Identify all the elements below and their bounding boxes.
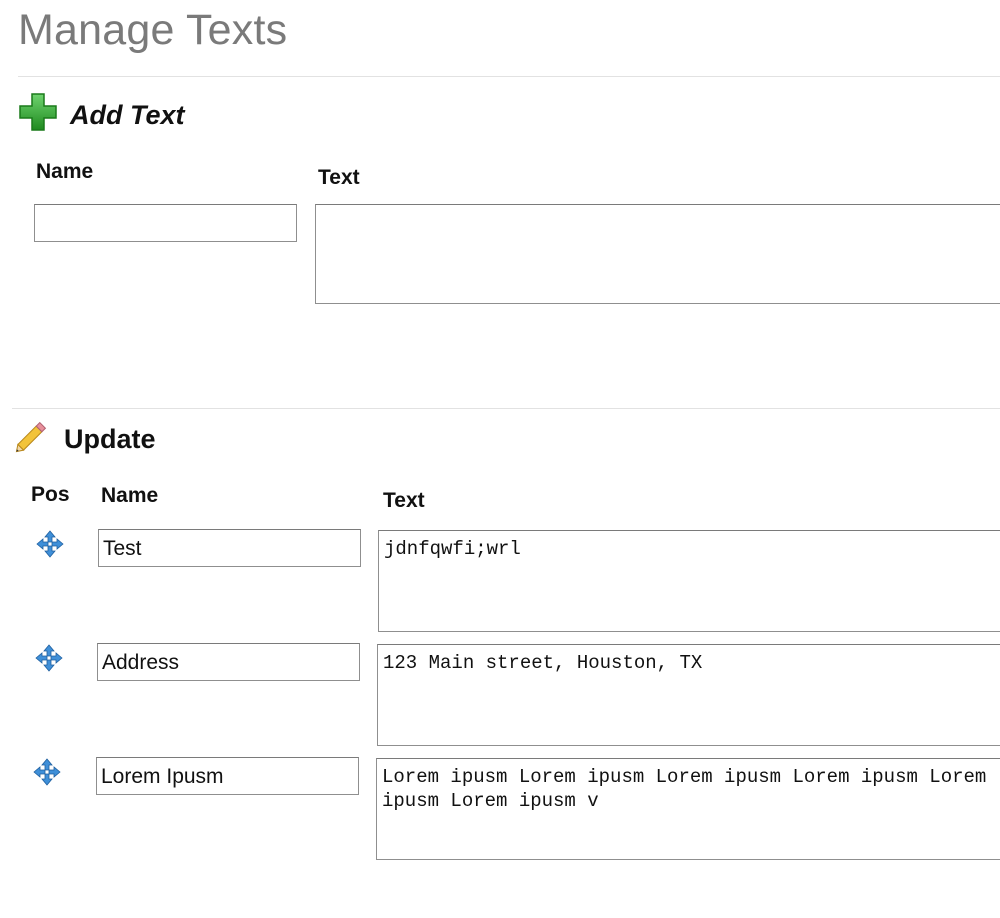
plus-icon: [18, 92, 58, 132]
add-text-input[interactable]: [315, 204, 1000, 304]
add-text-heading: Add Text: [70, 100, 185, 130]
update-name-column-label: Name: [101, 484, 159, 507]
title-divider: [18, 76, 1000, 77]
pencil-icon: [10, 414, 54, 458]
row-text-input[interactable]: Lorem ipusm Lorem ipusm Lorem ipusm Lore…: [376, 758, 1000, 860]
manage-texts-page: Manage Texts Add Text Name Text Update P…: [0, 0, 1000, 918]
page-title: Manage Texts: [18, 6, 288, 54]
pos-column-label: Pos: [31, 483, 70, 506]
add-name-input[interactable]: [34, 204, 297, 242]
add-text-label: Text: [318, 166, 360, 189]
section-divider: [12, 408, 1000, 409]
move-arrows-icon[interactable]: [33, 758, 61, 786]
move-arrows-icon[interactable]: [35, 644, 63, 672]
move-arrows-icon[interactable]: [36, 530, 64, 558]
row-text-input[interactable]: 123 Main street, Houston, TX: [377, 644, 1000, 746]
update-text-column-label: Text: [383, 489, 425, 512]
row-name-input[interactable]: [96, 757, 359, 795]
row-name-input[interactable]: [98, 529, 361, 567]
row-name-input[interactable]: [97, 643, 360, 681]
update-heading: Update: [64, 424, 156, 454]
add-name-label: Name: [36, 160, 94, 183]
row-text-input[interactable]: jdnfqwfi;wrl: [378, 530, 1000, 632]
